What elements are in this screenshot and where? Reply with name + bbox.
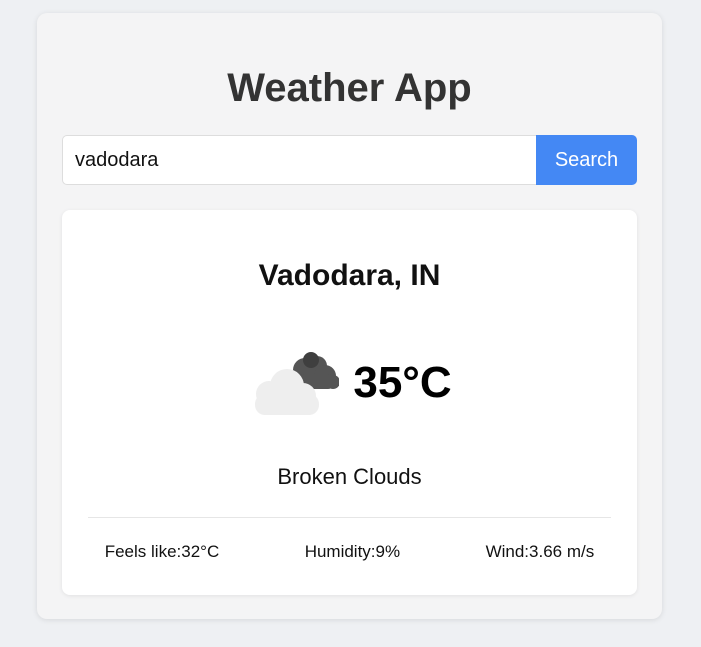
- search-bar: Search: [62, 135, 637, 185]
- broken-clouds-icon: [255, 352, 340, 415]
- temperature: 35°C: [353, 358, 452, 407]
- humidity-label: Humidity:: [304, 542, 376, 561]
- feels-like-label: Feels like:: [104, 542, 182, 561]
- weather-description: Broken Clouds: [277, 464, 422, 489]
- weather-card: Vadodara, IN 35°C Broken Clouds Feels li…: [62, 210, 637, 595]
- temperature-row: 35°C: [62, 348, 637, 418]
- feels-like-value: 32°C: [181, 542, 220, 561]
- wind: Wind: 3.66 m/s: [486, 542, 595, 562]
- city-name: Vadodara, IN: [258, 259, 441, 292]
- humidity: Humidity: 9%: [305, 542, 400, 562]
- app-title: Weather App: [227, 66, 472, 110]
- feels-like: Feels like: 32°C: [105, 542, 220, 562]
- wind-label: Wind:: [485, 542, 530, 561]
- divider: [88, 517, 611, 518]
- wind-value: 3.66 m/s: [529, 542, 595, 561]
- city-search-input[interactable]: [62, 135, 536, 185]
- app-container: Weather App Search Vadodara, IN: [37, 13, 662, 619]
- weather-details: Feels like: 32°C Humidity: 9% Wind: 3.66…: [62, 542, 637, 562]
- humidity-value: 9%: [375, 542, 401, 561]
- search-button[interactable]: Search: [536, 135, 637, 185]
